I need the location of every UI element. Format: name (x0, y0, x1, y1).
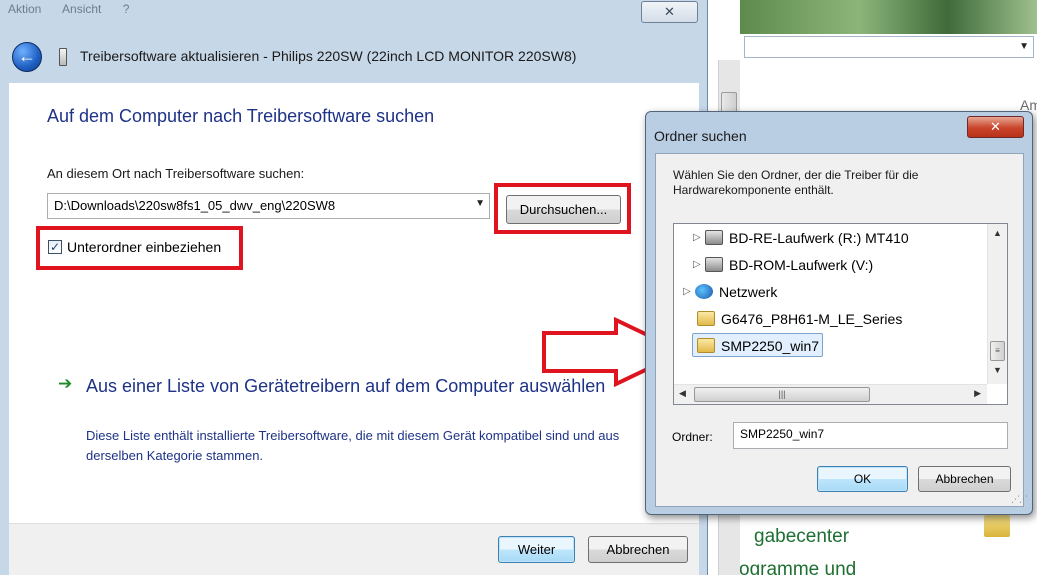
driver-path-value: D:\Downloads\220sw8fs1_05_dwv_eng\220SW8 (54, 198, 336, 213)
tree-item-label: G6476_P8H61-M_LE_Series (721, 311, 903, 327)
folder-icon (984, 515, 1010, 537)
drive-icon (705, 257, 723, 272)
menu-item-view[interactable]: Ansicht (62, 2, 101, 16)
back-arrow-icon[interactable]: ← (12, 42, 42, 72)
scroll-left-icon[interactable]: ◀ (679, 388, 686, 399)
dialog-cancel-button[interactable]: Abbrechen (918, 466, 1011, 492)
expand-arrow-icon[interactable]: ▷ (693, 228, 703, 248)
tree-item-label: Netzwerk (719, 284, 778, 300)
tree-item-label: BD-RE-Laufwerk (R:) MT410 (729, 230, 909, 246)
background-link-programs[interactable]: Programme und (720, 559, 856, 575)
scroll-up-icon[interactable]: ▲ (993, 228, 1002, 238)
drive-icon (705, 230, 723, 245)
scrollbar-thumb[interactable]: ||| (694, 387, 870, 402)
pick-from-list-description: Diese Liste enthält installierte Treiber… (86, 428, 620, 463)
tree-horizontal-scrollbar[interactable]: ◀ ||| ▶ (674, 384, 987, 404)
folder-field-label: Ordner: (672, 430, 713, 444)
dialog-title: Ordner suchen (654, 128, 747, 144)
folder-icon (697, 311, 715, 326)
monitor-device-icon (59, 48, 67, 66)
dialog-close-button[interactable]: ✕ (967, 116, 1024, 138)
pick-from-list-link[interactable]: Aus einer Liste von Gerätetreibern auf d… (86, 372, 606, 400)
scrollbar-thumb[interactable]: ≡ (990, 341, 1005, 361)
highlight-box-subfolders (36, 226, 243, 270)
background-address-bar[interactable]: ▼ (744, 36, 1034, 58)
cancel-button[interactable]: Abbrechen (588, 536, 688, 563)
scroll-right-icon[interactable]: ▶ (974, 388, 981, 399)
tree-item-label: BD-ROM-Laufwerk (V:) (729, 257, 874, 273)
folder-icon (697, 338, 715, 353)
chevron-down-icon[interactable]: ▼ (475, 198, 485, 209)
expand-arrow-icon[interactable]: ▷ (683, 282, 693, 302)
green-arrow-icon: ➔ (58, 374, 73, 393)
next-button[interactable]: Weiter (498, 536, 575, 563)
scroll-down-icon[interactable]: ▼ (993, 365, 1002, 375)
menu-bar: Aktion Ansicht ? (0, 0, 708, 22)
window-close-button[interactable]: ✕ (641, 1, 698, 23)
network-icon (695, 284, 713, 299)
folder-name-input[interactable]: SMP2250_win7 (733, 422, 1008, 449)
highlight-box-browse (494, 183, 631, 234)
background-banner (740, 0, 1037, 34)
dialog-description: Wählen Sie den Ordner, der die Treiber f… (673, 168, 919, 197)
ok-button[interactable]: OK (817, 466, 908, 492)
tree-vertical-scrollbar[interactable]: ▲ ≡ ▼ (987, 224, 1007, 384)
page-heading: Auf dem Computer nach Treibersoftware su… (47, 106, 435, 126)
resize-grip-icon[interactable]: ⋰⋰ (1011, 494, 1028, 505)
chevron-down-icon[interactable]: ▼ (1019, 41, 1029, 52)
menu-item-action[interactable]: Aktion (8, 2, 41, 16)
path-label: An diesem Ort nach Treibersoftware suche… (47, 166, 305, 181)
menu-item-help[interactable]: ? (123, 2, 130, 16)
expand-arrow-icon[interactable]: ▷ (693, 255, 703, 275)
tree-item-label: SMP2250_win7 (721, 338, 820, 354)
window-title: Treibersoftware aktualisieren - Philips … (80, 48, 577, 64)
driver-path-combobox[interactable]: D:\Downloads\220sw8fs1_05_dwv_eng\220SW8… (47, 193, 490, 219)
background-link-sharing[interactable]: gabecenter (754, 526, 849, 548)
